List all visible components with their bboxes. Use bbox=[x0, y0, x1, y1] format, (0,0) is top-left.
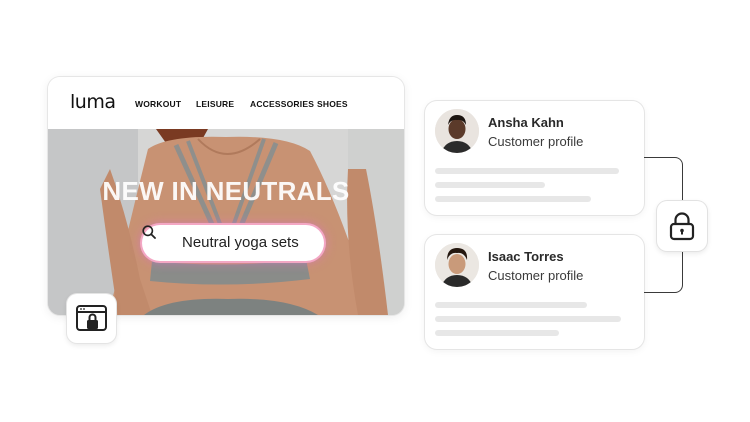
browser-lock-badge bbox=[67, 294, 116, 343]
avatar bbox=[435, 109, 479, 153]
hero-title: NEW IN NEUTRALS bbox=[102, 176, 350, 206]
skeleton-line bbox=[435, 316, 621, 322]
profile-name: Ansha Kahn bbox=[488, 115, 564, 130]
nav-item-shoes[interactable]: SHOES bbox=[317, 99, 348, 109]
search-bar[interactable]: Neutral yoga sets bbox=[142, 225, 324, 261]
avatar bbox=[435, 243, 479, 287]
skeleton-line bbox=[435, 168, 619, 174]
hero-banner: NEW IN NEUTRALS Neutral yoga sets bbox=[48, 129, 404, 315]
lock-icon bbox=[669, 212, 695, 241]
customer-profile-card[interactable]: Ansha Kahn Customer profile bbox=[425, 101, 644, 215]
hero-photo bbox=[48, 129, 404, 315]
browser-lock-icon bbox=[76, 305, 107, 331]
skeleton-line bbox=[435, 182, 545, 188]
site-logo[interactable]: luma bbox=[70, 91, 116, 113]
profile-subtitle: Customer profile bbox=[488, 268, 584, 283]
skeleton-line bbox=[435, 196, 591, 202]
website-preview-card: luma WORKOUT LEISURE ACCESSORIES SHOES N… bbox=[48, 77, 404, 315]
nav-item-leisure[interactable]: LEISURE bbox=[196, 99, 234, 109]
profile-subtitle: Customer profile bbox=[488, 134, 584, 149]
search-icon bbox=[142, 225, 156, 239]
skeleton-line bbox=[435, 302, 587, 308]
profile-name: Isaac Torres bbox=[488, 249, 564, 264]
customer-profile-card[interactable]: Isaac Torres Customer profile bbox=[425, 235, 644, 349]
skeleton-line bbox=[435, 330, 559, 336]
search-query: Neutral yoga sets bbox=[182, 234, 299, 251]
nav-item-accessories[interactable]: ACCESSORIES bbox=[250, 99, 314, 109]
nav-item-workout[interactable]: WORKOUT bbox=[135, 99, 181, 109]
lock-badge bbox=[657, 201, 707, 251]
site-nav-bar: luma WORKOUT LEISURE ACCESSORIES SHOES bbox=[48, 77, 404, 129]
